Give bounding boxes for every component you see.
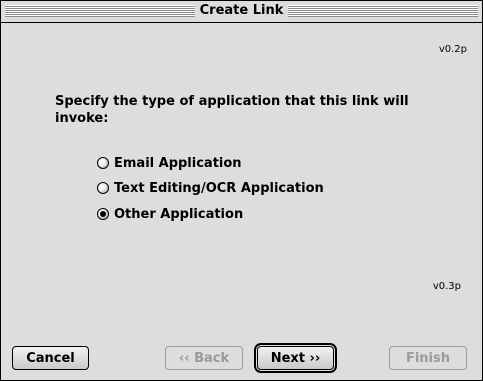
version-label-top: v0.2p xyxy=(438,44,467,55)
title-bar-stripes-left xyxy=(5,5,195,17)
radio-button-icon[interactable] xyxy=(97,157,109,169)
radio-label: Text Editing/OCR Application xyxy=(114,180,324,196)
radio-label: Other Application xyxy=(114,206,244,222)
radio-text-editing-ocr-application[interactable]: Text Editing/OCR Application xyxy=(97,179,324,197)
dialog-content: v0.2p Specify the type of application th… xyxy=(2,23,481,380)
title-bar[interactable]: Create Link xyxy=(1,1,482,23)
next-button[interactable]: Next ›› xyxy=(254,343,337,373)
window-title: Create Link xyxy=(195,3,288,19)
radio-label: Email Application xyxy=(114,155,242,171)
radio-button-selected-icon[interactable] xyxy=(97,208,109,220)
prompt-text: Specify the type of application that thi… xyxy=(55,94,409,126)
radio-button-icon[interactable] xyxy=(97,182,109,194)
create-link-window: Create Link v0.2p Specify the type of ap… xyxy=(0,0,483,381)
radio-email-application[interactable]: Email Application xyxy=(97,154,242,172)
radio-other-application[interactable]: Other Application xyxy=(97,205,243,223)
back-button[interactable]: ‹‹ Back xyxy=(165,346,243,370)
title-bar-stripes-right xyxy=(288,5,478,17)
cancel-button[interactable]: Cancel xyxy=(12,346,89,370)
version-label-bottom: v0.3p xyxy=(432,281,461,292)
finish-button[interactable]: Finish xyxy=(389,346,467,370)
